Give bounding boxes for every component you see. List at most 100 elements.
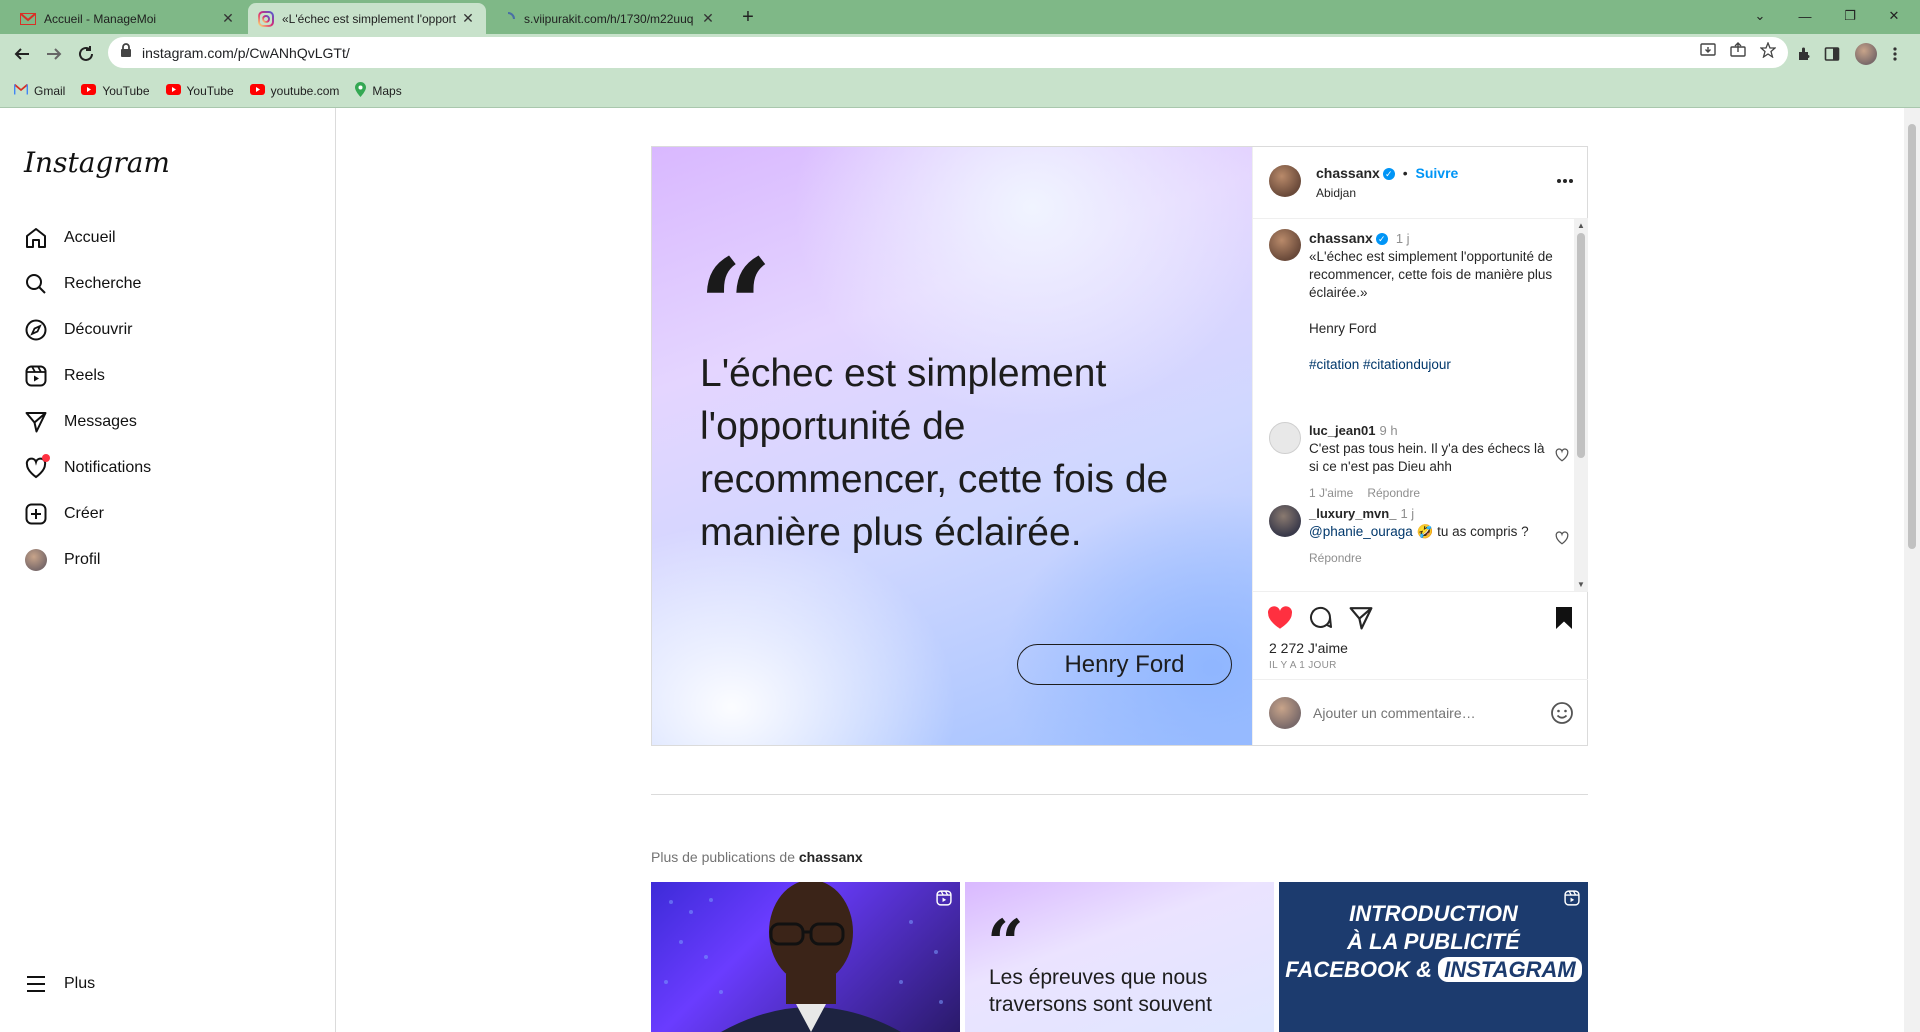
maximize-icon[interactable]: ❐ bbox=[1830, 4, 1870, 28]
tab-title: s.viipurakit.com/h/1730/m22uuq bbox=[524, 11, 694, 26]
sidebar-item-creer[interactable]: Créer bbox=[24, 499, 104, 529]
commenter-avatar[interactable] bbox=[1269, 422, 1301, 454]
install-app-icon[interactable] bbox=[1700, 42, 1716, 63]
commenter-username[interactable]: luc_jean01 bbox=[1309, 423, 1376, 438]
sidebar-item-profil[interactable]: Profil bbox=[24, 545, 100, 575]
like-comment-icon[interactable] bbox=[1555, 531, 1569, 550]
liked-heart-icon[interactable] bbox=[1267, 606, 1293, 635]
comment-item: _luxury_mvn_ 1 j @phanie_ouraga 🤣 tu as c… bbox=[1269, 505, 1569, 567]
minimize-icon[interactable]: — bbox=[1785, 4, 1825, 28]
comment-likes[interactable]: 1 J'aime bbox=[1309, 486, 1353, 500]
sidebar-item-messages[interactable]: Messages bbox=[24, 407, 137, 437]
forward-icon[interactable] bbox=[42, 42, 66, 66]
tab-title: «L'échec est simplement l'opport bbox=[282, 11, 457, 26]
author-line: chassanx ✓ • Suivre bbox=[1316, 165, 1458, 181]
bookmark-gmail[interactable]: Gmail bbox=[13, 83, 65, 98]
reply-button[interactable]: Répondre bbox=[1309, 551, 1362, 565]
side-panel-icon[interactable] bbox=[1824, 42, 1840, 66]
comments-scrollbar[interactable]: ▲ ▼ bbox=[1574, 219, 1588, 591]
comments-scroll-thumb[interactable] bbox=[1577, 233, 1585, 458]
reels-icon bbox=[24, 364, 48, 388]
youtube-icon bbox=[249, 83, 265, 98]
more-post-thumb-3[interactable]: INTRODUCTION À LA PUBLICITÉ FACEBOOK & I… bbox=[1279, 882, 1588, 1032]
menu-icon bbox=[24, 972, 48, 996]
tab-viipurakit[interactable]: s.viipurakit.com/h/1730/m22uuq ✕ bbox=[490, 3, 726, 34]
post-location[interactable]: Abidjan bbox=[1316, 186, 1356, 200]
reels-icon bbox=[936, 890, 952, 911]
comments-section: chassanx ✓ 1 j «L'échec est simplement l'o… bbox=[1253, 219, 1588, 591]
post-side-panel: chassanx ✓ • Suivre Abidjan chassanx ✓ 1 j … bbox=[1252, 147, 1588, 745]
like-comment-icon[interactable] bbox=[1555, 448, 1569, 467]
profile-avatar[interactable] bbox=[1855, 42, 1877, 66]
caption-avatar[interactable] bbox=[1269, 229, 1301, 261]
bookmark-star-icon[interactable] bbox=[1759, 41, 1777, 63]
reply-button[interactable]: Répondre bbox=[1367, 486, 1420, 500]
scroll-down-icon[interactable]: ▼ bbox=[1574, 580, 1588, 589]
commenter-username[interactable]: _luxury_mvn_ bbox=[1309, 506, 1396, 521]
browser-menu-icon[interactable] bbox=[1892, 42, 1898, 66]
follow-button[interactable]: Suivre bbox=[1416, 165, 1459, 181]
post-date: IL Y A 1 JOUR bbox=[1269, 660, 1337, 671]
tab-managemoi[interactable]: Accueil - ManageMoi ✕ bbox=[10, 3, 246, 34]
send-icon bbox=[24, 410, 48, 434]
comment-mention[interactable]: @phanie_ouraga bbox=[1309, 524, 1413, 539]
comment-text: C'est pas tous hein. Il y'a des échecs l… bbox=[1309, 441, 1545, 474]
caption-username[interactable]: chassanx bbox=[1309, 230, 1373, 246]
close-tab-icon[interactable]: ✕ bbox=[700, 10, 716, 27]
likes-count[interactable]: 2 272 J'aime bbox=[1269, 640, 1348, 656]
caption-hashtags[interactable]: #citation #citationdujour bbox=[1309, 356, 1569, 374]
bookmark-youtube-com[interactable]: youtube.com bbox=[249, 83, 340, 98]
back-icon[interactable] bbox=[10, 42, 34, 66]
more-options-icon[interactable] bbox=[1556, 171, 1574, 189]
more-posts-username[interactable]: chassanx bbox=[799, 849, 863, 865]
page-scrollbar[interactable] bbox=[1904, 108, 1920, 1032]
loading-icon bbox=[500, 11, 516, 27]
author-username[interactable]: chassanx bbox=[1316, 165, 1380, 181]
more-posts-title: Plus de publications de chassanx bbox=[651, 849, 863, 865]
emoji-picker-icon[interactable] bbox=[1550, 701, 1574, 730]
saved-bookmark-icon[interactable] bbox=[1554, 606, 1574, 635]
bookmark-maps[interactable]: Maps bbox=[355, 81, 402, 100]
sidebar-item-reels[interactable]: Reels bbox=[24, 361, 105, 391]
more-post-thumb-1[interactable] bbox=[651, 882, 960, 1032]
bookmark-youtube-2[interactable]: YouTube bbox=[165, 83, 234, 98]
scroll-up-icon[interactable]: ▲ bbox=[1574, 221, 1588, 230]
commenter-avatar[interactable] bbox=[1269, 505, 1301, 537]
sidebar-item-recherche[interactable]: Recherche bbox=[24, 269, 141, 299]
address-bar[interactable]: instagram.com/p/CwANhQvLGTt/ bbox=[108, 37, 1788, 68]
sidebar-item-plus[interactable]: Plus bbox=[24, 969, 95, 999]
tab-search-icon[interactable]: ⌄ bbox=[1740, 4, 1780, 28]
comment-input[interactable] bbox=[1313, 700, 1523, 726]
close-tab-icon[interactable]: ✕ bbox=[220, 10, 236, 27]
verified-badge-icon: ✓ bbox=[1382, 168, 1395, 180]
share-post-icon[interactable] bbox=[1349, 606, 1373, 635]
new-tab-button[interactable]: + bbox=[736, 6, 760, 30]
share-icon[interactable] bbox=[1730, 42, 1746, 63]
avatar-icon bbox=[24, 548, 48, 572]
comment-icon[interactable] bbox=[1309, 606, 1333, 635]
sidebar-item-decouvrir[interactable]: Découvrir bbox=[24, 315, 132, 345]
comment-text: tu as compris ? bbox=[1437, 524, 1529, 539]
lock-icon[interactable] bbox=[120, 43, 132, 62]
caption-text: «L'échec est simplement l'opportunité de… bbox=[1309, 249, 1553, 300]
instagram-logo[interactable]: Instagram bbox=[24, 146, 170, 179]
bookmark-youtube-1[interactable]: YouTube bbox=[81, 83, 150, 98]
tab-instagram-post[interactable]: «L'échec est simplement l'opport ✕ bbox=[248, 3, 486, 34]
author-avatar[interactable] bbox=[1269, 165, 1301, 197]
sidebar-item-label: Créer bbox=[64, 505, 105, 522]
sidebar-item-accueil[interactable]: Accueil bbox=[24, 223, 116, 253]
extensions-icon[interactable] bbox=[1796, 42, 1812, 66]
bookmark-label: youtube.com bbox=[270, 83, 340, 98]
browser-toolbar: instagram.com/p/CwANhQvLGTt/ bbox=[0, 34, 1920, 74]
page-scroll-thumb[interactable] bbox=[1908, 124, 1916, 549]
close-window-icon[interactable]: ✕ bbox=[1874, 4, 1914, 28]
reload-icon[interactable] bbox=[74, 42, 98, 66]
more-post-thumb-2[interactable]: “ Les épreuves que nous traversons sont … bbox=[965, 882, 1274, 1032]
post-image[interactable]: “ L'échec est simplement l'opportunité d… bbox=[652, 147, 1252, 745]
close-tab-icon[interactable]: ✕ bbox=[460, 10, 476, 27]
sidebar: Instagram Accueil Recherche Découvrir Re… bbox=[0, 108, 336, 1032]
sidebar-item-label: Découvrir bbox=[64, 321, 133, 338]
thumb-title-highlight: INSTAGRAM bbox=[1438, 957, 1582, 982]
sidebar-item-notifications[interactable]: Notifications bbox=[24, 453, 151, 483]
notification-dot bbox=[42, 454, 50, 462]
